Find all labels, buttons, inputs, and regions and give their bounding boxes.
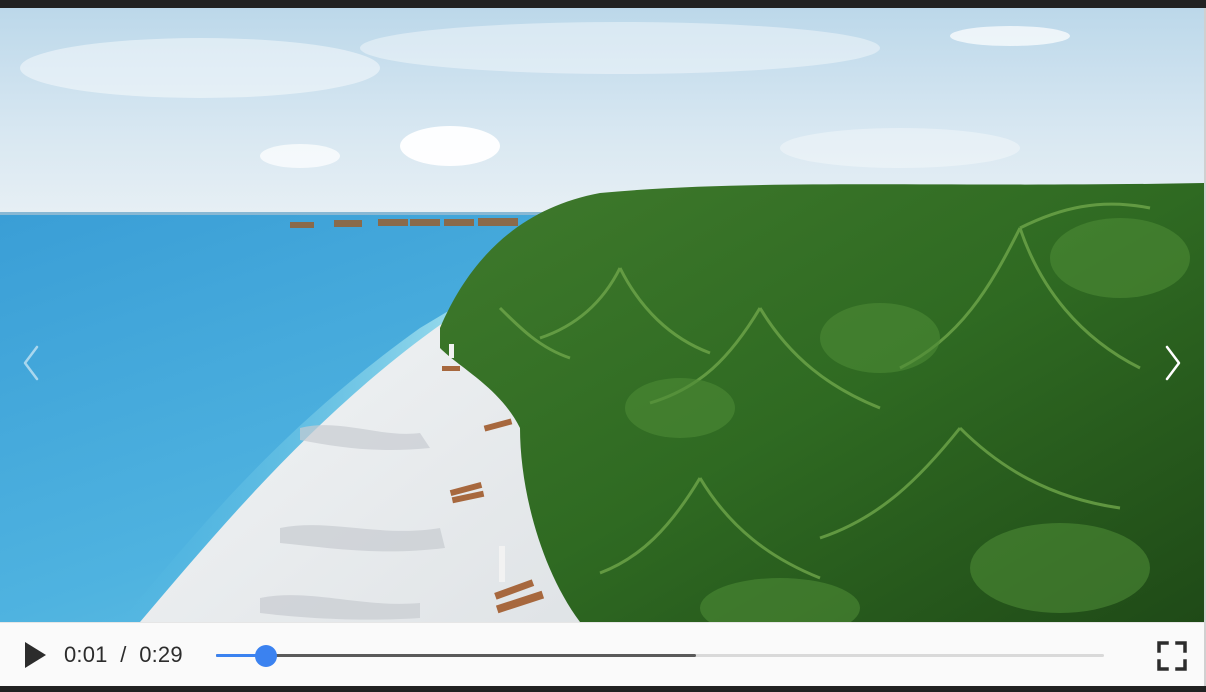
play-button[interactable]	[20, 639, 50, 671]
duration: 0:29	[139, 642, 183, 667]
top-border	[0, 0, 1206, 8]
current-time: 0:01	[64, 642, 108, 667]
play-icon	[25, 642, 46, 668]
video-frame[interactable]	[0, 8, 1204, 622]
chevron-right-icon	[1165, 345, 1181, 381]
chevron-left-icon	[23, 345, 39, 381]
video-control-bar: 0:01 / 0:29	[0, 622, 1204, 687]
previous-button[interactable]	[16, 341, 46, 385]
fullscreen-icon	[1157, 641, 1187, 671]
next-button[interactable]	[1158, 341, 1188, 385]
seek-bar[interactable]	[216, 645, 1104, 667]
video-still-beach-scene	[0, 8, 1204, 622]
fullscreen-button[interactable]	[1156, 640, 1188, 672]
bottom-border	[0, 686, 1206, 692]
seek-thumb[interactable]	[254, 645, 277, 667]
video-player-page: 0:01 / 0:29	[0, 0, 1206, 692]
time-display: 0:01 / 0:29	[64, 642, 183, 668]
buffered-progress	[216, 654, 696, 657]
